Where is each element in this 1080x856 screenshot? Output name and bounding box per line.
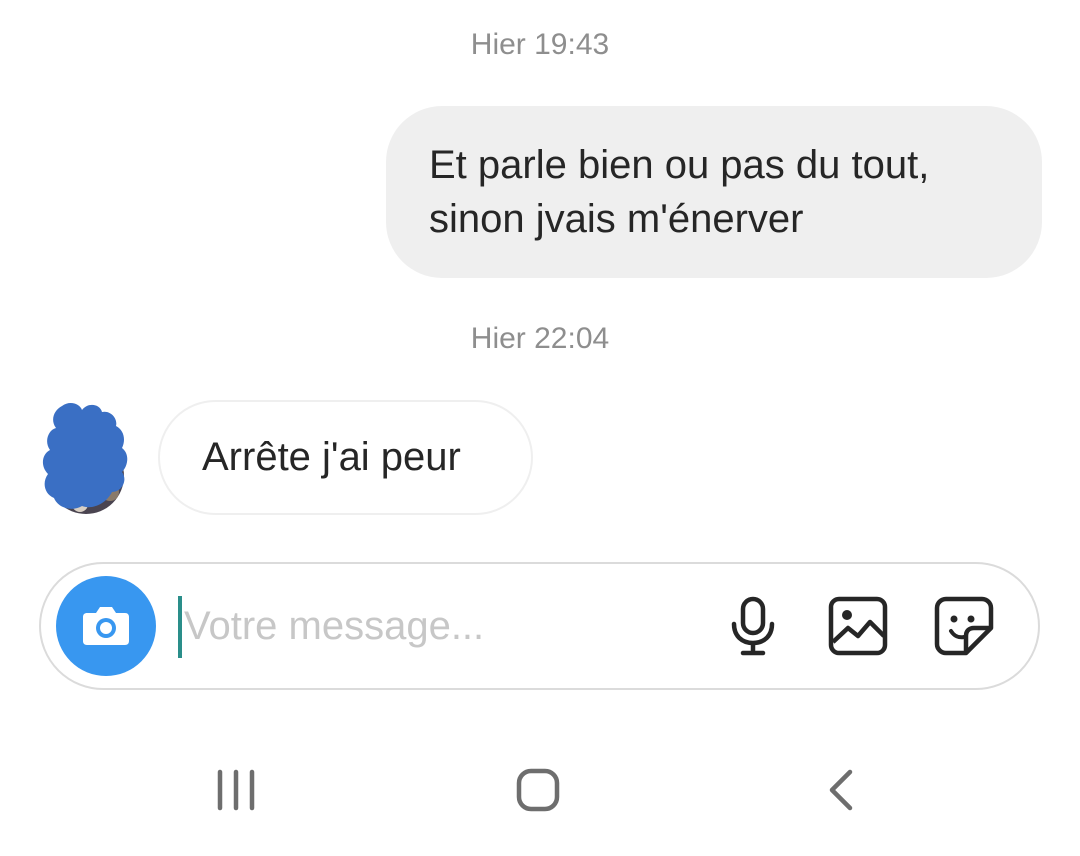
system-navigation-bar bbox=[0, 740, 1080, 840]
gallery-button[interactable] bbox=[826, 594, 890, 658]
outgoing-message-line: sinon jvais m'énerver bbox=[429, 197, 804, 241]
message-input[interactable] bbox=[184, 588, 704, 664]
home-button[interactable] bbox=[498, 760, 578, 820]
chat-screen: Hier 19:43 Et parle bien ou pas du tout,… bbox=[0, 0, 1080, 856]
text-cursor bbox=[178, 596, 182, 658]
image-icon bbox=[828, 596, 888, 656]
outgoing-message-bubble[interactable]: Et parle bien ou pas du tout, sinon jvai… bbox=[386, 106, 1042, 278]
sticker-button[interactable] bbox=[932, 594, 996, 658]
recent-apps-button[interactable] bbox=[196, 760, 276, 820]
recent-apps-icon bbox=[217, 769, 255, 811]
incoming-message-bubble[interactable]: Arrête j'ai peur bbox=[158, 400, 533, 515]
avatar-redacted-image bbox=[42, 403, 128, 514]
message-timestamp: Hier 19:43 bbox=[470, 28, 610, 61]
microphone-button[interactable] bbox=[721, 594, 785, 658]
contact-avatar[interactable] bbox=[40, 400, 134, 516]
message-composer bbox=[39, 562, 1040, 690]
camera-icon bbox=[83, 607, 129, 645]
sticker-icon bbox=[934, 596, 994, 656]
home-icon bbox=[516, 768, 560, 812]
message-timestamp: Hier 22:04 bbox=[470, 322, 610, 355]
outgoing-message-line: Et parle bien ou pas du tout, bbox=[429, 143, 930, 187]
back-icon bbox=[829, 769, 853, 811]
back-button[interactable] bbox=[800, 760, 880, 820]
microphone-icon bbox=[731, 596, 775, 656]
camera-button[interactable] bbox=[56, 576, 156, 676]
